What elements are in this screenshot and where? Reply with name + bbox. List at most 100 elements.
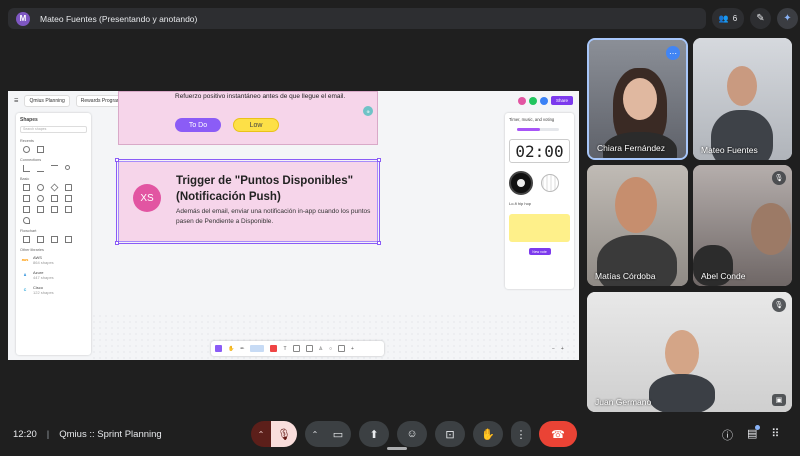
arrow-shape[interactable]	[37, 206, 44, 213]
pen-icon: ✎	[756, 13, 765, 24]
voting-card[interactable]	[509, 214, 570, 242]
section-label: Flowchart	[20, 229, 37, 233]
new-vote-button[interactable]: New vote	[528, 248, 551, 255]
comment-tool-icon[interactable]: ○	[329, 346, 332, 352]
side-panel-buttons: ⓘ ▤ ⠿	[722, 425, 779, 443]
zoom-in-icon[interactable]: +	[561, 346, 564, 352]
participant-tile[interactable]: 🎙 ▣ Juan Germano	[587, 292, 792, 412]
section-label: Recents	[20, 139, 34, 143]
task-card-selected[interactable]: XS Trigger de "Puntos Disponibles" (Noti…	[115, 158, 381, 245]
resize-handle[interactable]	[115, 158, 119, 162]
timer-progress[interactable]	[517, 128, 559, 131]
library-count: 864 shapes	[33, 260, 54, 265]
curve-connector[interactable]	[37, 165, 44, 172]
participant-tile[interactable]: ⋯ Chiara Fernández	[587, 38, 688, 160]
azure-icon: A	[23, 273, 27, 277]
meet-window: M Mateo Fuentes (Presentando y anotando)…	[0, 0, 800, 456]
branch-connector[interactable]	[65, 165, 70, 170]
card-link-icon[interactable]: ⊕	[363, 106, 373, 116]
text-tool-icon[interactable]: T	[283, 346, 286, 352]
leave-call-button[interactable]: ☎	[539, 421, 577, 447]
participant-tile[interactable]: Matías Córdoba	[587, 165, 688, 286]
pen-tool-icon[interactable]: ✏	[240, 346, 244, 352]
more-options-button[interactable]: ⋮	[511, 421, 531, 447]
resize-handle[interactable]	[377, 158, 381, 162]
more-tools-icon[interactable]: +	[351, 346, 354, 352]
hand-tool-icon[interactable]: ✋	[228, 346, 234, 352]
meeting-info-icon[interactable]: ⓘ	[722, 427, 733, 443]
timer-clock[interactable]: 02:00	[509, 139, 570, 163]
priority-badge[interactable]: Low	[233, 118, 279, 132]
star-shape[interactable]	[23, 217, 30, 224]
pentagon-shape[interactable]	[65, 195, 72, 202]
camera-button[interactable]: ▭	[325, 421, 351, 447]
library-item[interactable]: aws AWS 864 shapes	[20, 255, 87, 265]
captions-button[interactable]: ⊡	[435, 421, 465, 447]
arrow-shape[interactable]	[65, 206, 72, 213]
resize-handle[interactable]	[377, 241, 381, 245]
sticky-note-icon[interactable]	[250, 345, 265, 352]
arrow-shape[interactable]	[23, 206, 30, 213]
triangle-shape[interactable]	[23, 195, 30, 202]
library-item[interactable]: A Azure 447 shapes	[20, 270, 87, 280]
square-shape[interactable]	[37, 146, 44, 153]
shape-tool-icon[interactable]	[270, 345, 278, 352]
status-badge[interactable]: To Do	[175, 118, 221, 132]
picture-in-picture-icon[interactable]: ▣	[772, 394, 786, 406]
globe-icon[interactable]	[541, 174, 559, 192]
gemini-button[interactable]: ✦	[777, 8, 798, 29]
triangle-shape[interactable]	[65, 184, 72, 191]
participant-name: Abel Conde	[701, 271, 746, 281]
arrow-shape[interactable]	[51, 206, 58, 213]
line-connector[interactable]	[51, 165, 58, 172]
hexagon-shape[interactable]	[51, 195, 58, 202]
database-shape[interactable]	[51, 236, 58, 243]
share-button[interactable]: Share	[550, 96, 573, 105]
diamond-shape[interactable]	[50, 183, 59, 192]
reactions-button[interactable]: ☺	[397, 421, 427, 447]
square-shape[interactable]	[23, 184, 30, 191]
shapes-title: Shapes	[20, 117, 38, 123]
shapes-search[interactable]: Search shapes	[20, 126, 87, 133]
present-screen-icon: ⬆	[369, 428, 379, 441]
timer-music-voting-panel: Timer, music, and voting 02:00 Lo-fi hip…	[505, 113, 574, 289]
circle-shape[interactable]	[37, 195, 44, 202]
participants-button[interactable]: 👥 6	[712, 8, 744, 29]
mic-options-chevron-up-icon[interactable]: ⌃	[251, 421, 271, 447]
document-shape[interactable]	[37, 236, 44, 243]
more-options-icon[interactable]: ⋯	[666, 46, 680, 60]
camera-control-group: ⌃ ▭	[305, 421, 351, 447]
activities-grid-icon[interactable]: ⠿	[771, 427, 779, 443]
shapes-panel: Shapes Search shapes Recents Connections…	[16, 113, 91, 355]
participant-tile[interactable]: Mateo Fuentes	[693, 38, 792, 160]
zoom-out-icon[interactable]: −	[552, 346, 555, 352]
parallelogram-shape[interactable]	[23, 236, 30, 243]
present-screen-button[interactable]: ⬆	[359, 421, 389, 447]
elbow-connector[interactable]	[23, 165, 30, 172]
presenter-avatar: M	[16, 11, 30, 26]
participant-tile[interactable]: 🎙 Abel Conde	[693, 165, 792, 286]
select-tool-icon[interactable]	[215, 345, 222, 352]
table-tool-icon[interactable]	[305, 345, 313, 352]
annotate-button[interactable]: ✎	[750, 8, 771, 29]
library-item[interactable]: C Cisco 122 shapes	[20, 285, 87, 295]
frame-tool-icon[interactable]	[292, 345, 300, 352]
resize-handle[interactable]	[115, 241, 119, 245]
project-crumb[interactable]: Qmius Planning	[24, 95, 70, 107]
shared-screen[interactable]: ☰ Qmius Planning Rewards Program Share S…	[8, 91, 579, 360]
chat-icon[interactable]: ▤	[747, 425, 761, 443]
mic-control-group: ⌃ 🎙	[251, 421, 297, 447]
menu-icon[interactable]: ☰	[14, 98, 18, 104]
raise-hand-button[interactable]: ✋	[473, 421, 503, 447]
task-card[interactable]: Refuerzo positivo instantáneo antes de q…	[118, 91, 378, 145]
stamp-tool-icon[interactable]: ♙	[319, 346, 323, 352]
circle-shape[interactable]	[37, 184, 44, 191]
mic-off-button[interactable]: 🎙	[271, 421, 297, 447]
embed-tool-icon[interactable]	[338, 345, 346, 352]
circle-shape[interactable]	[23, 146, 30, 153]
process-shape[interactable]	[65, 236, 72, 243]
chat-notification-dot	[755, 425, 761, 430]
camera-options-chevron-up-icon[interactable]: ⌃	[305, 421, 325, 447]
presenter-bar[interactable]: M Mateo Fuentes (Presentando y anotando)	[8, 8, 706, 29]
vinyl-icon[interactable]	[509, 171, 533, 195]
